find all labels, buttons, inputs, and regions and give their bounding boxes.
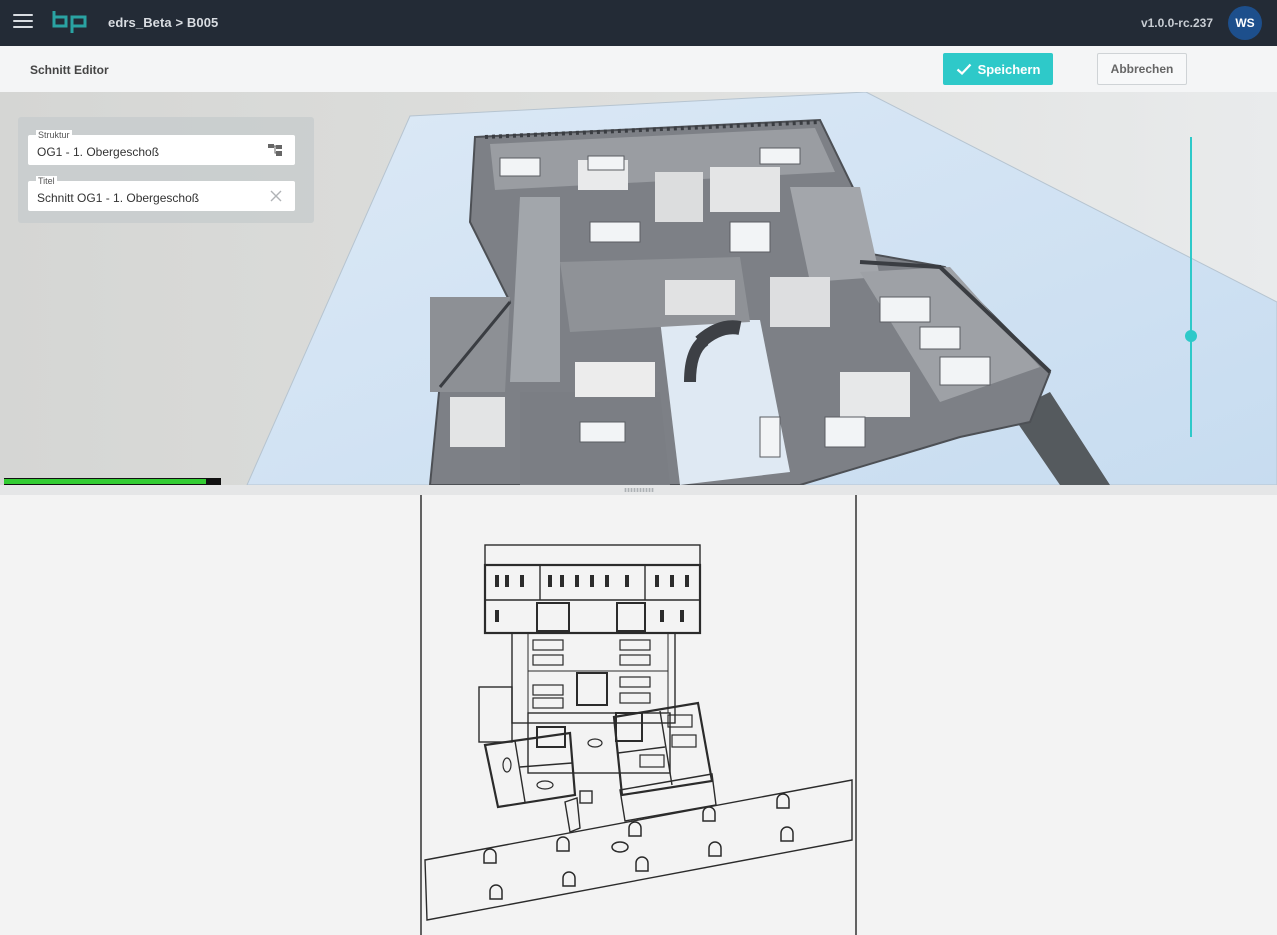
section-height-slider-thumb[interactable] — [1185, 330, 1197, 342]
user-avatar[interactable]: WS — [1228, 6, 1262, 40]
floor-plan-drawing[interactable] — [0, 495, 1277, 935]
hamburger-menu-icon[interactable] — [13, 14, 33, 30]
editor-header: Schnitt Editor Speichern Abbrechen — [0, 46, 1277, 93]
version-label: v1.0.0-rc.237 — [1140, 16, 1213, 30]
struktur-label: Struktur — [36, 130, 72, 140]
cancel-button[interactable]: Abbrechen — [1097, 53, 1187, 85]
breadcrumb[interactable]: edrs_Beta > B005 — [108, 15, 218, 30]
drag-handle-icon[interactable] — [624, 488, 654, 492]
bp-logo[interactable] — [52, 9, 90, 35]
section-height-slider[interactable] — [1190, 137, 1192, 437]
view-splitter[interactable] — [0, 485, 1277, 495]
titel-value: Schnitt OG1 - 1. Obergeschoß — [37, 191, 200, 205]
properties-panel: Struktur OG1 - 1. Obergeschoß Titel Schn… — [18, 117, 314, 223]
section-plan-view[interactable] — [0, 495, 1277, 935]
3d-viewport[interactable]: Struktur OG1 - 1. Obergeschoß Titel Schn… — [0, 92, 1277, 485]
tree-structure-icon[interactable] — [267, 143, 285, 157]
save-button[interactable]: Speichern — [943, 53, 1053, 85]
editor-title: Schnitt Editor — [30, 63, 109, 77]
struktur-value: OG1 - 1. Obergeschoß — [37, 145, 160, 159]
titel-field[interactable]: Titel Schnitt OG1 - 1. Obergeschoß — [28, 176, 295, 211]
clear-icon[interactable] — [267, 189, 285, 203]
loading-progress-bar — [4, 478, 221, 485]
loading-progress-fill — [4, 479, 206, 484]
save-button-label: Speichern — [977, 61, 1041, 77]
struktur-field[interactable]: Struktur OG1 - 1. Obergeschoß — [28, 130, 295, 165]
app-bar: edrs_Beta > B005 v1.0.0-rc.237 WS — [0, 0, 1277, 46]
check-icon — [956, 63, 971, 75]
titel-label: Titel — [36, 176, 57, 186]
